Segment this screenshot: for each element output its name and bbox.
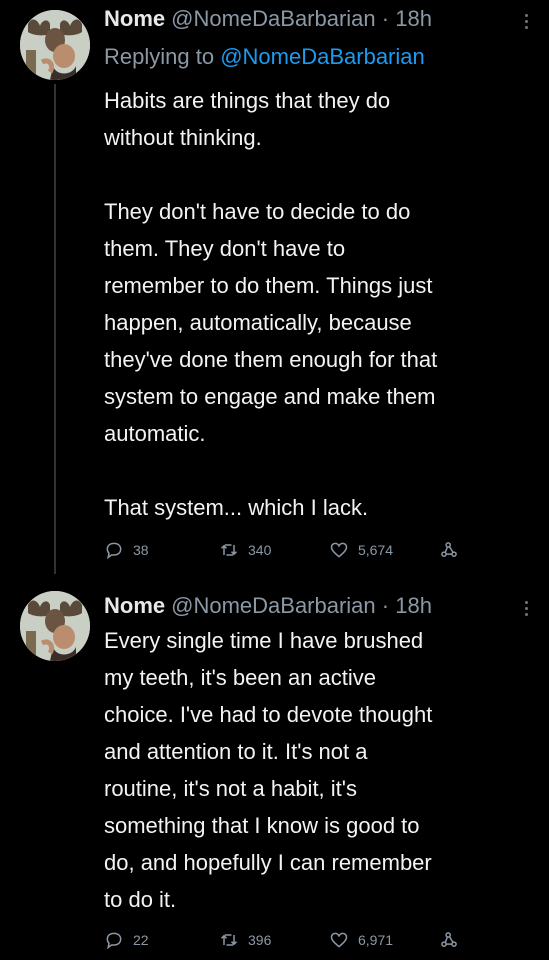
reply-count: 22 [133,932,149,948]
retweet-button[interactable]: 340 [219,540,329,560]
author-name[interactable]: Nome [104,6,165,31]
tweet-text: Every single time I have brushed my teet… [104,628,433,912]
avatar[interactable] [20,10,90,80]
share-button[interactable] [439,540,459,560]
reply-icon [106,542,122,560]
tweet-header: Nome @NomeDaBarbarian · 18h [104,6,432,32]
retweet-count: 396 [248,932,272,948]
thread-line [54,84,56,574]
share-icon [441,542,457,557]
author-handle[interactable]: @NomeDaBarbarian [171,593,376,618]
more-icon[interactable] [523,14,529,29]
like-button[interactable]: 6,971 [329,930,439,950]
tweet[interactable]: Nome @NomeDaBarbarian · 18h Replying to @… [0,0,549,579]
replying-label: Replying to [104,44,215,69]
like-count: 5,674 [358,542,394,558]
retweet-button[interactable]: 396 [219,930,329,950]
share-button[interactable] [439,930,459,950]
retweet-icon [220,544,238,556]
reply-button[interactable]: 22 [104,930,219,950]
author-name[interactable]: Nome [104,593,165,618]
timestamp[interactable]: · 18h [382,593,432,618]
replying-to: Replying to @NomeDaBarbarian [104,44,425,70]
like-count: 6,971 [358,932,394,948]
tweet[interactable]: Nome @NomeDaBarbarian · 18h Every single … [0,579,549,960]
heart-icon [330,932,348,948]
like-button[interactable]: 5,674 [329,540,439,560]
retweet-icon [220,934,238,946]
tweet-text: Habits are things that they do without t… [104,88,438,520]
heart-icon [330,542,348,558]
share-icon [441,932,457,947]
avatar[interactable] [20,591,90,661]
retweet-count: 340 [248,542,272,558]
more-icon[interactable] [523,601,529,616]
tweet-actions: 22 396 6,971 [104,930,459,950]
reply-icon [106,932,122,950]
reply-button[interactable]: 38 [104,540,219,560]
replying-handle-link[interactable]: @NomeDaBarbarian [220,44,425,69]
reply-count: 38 [133,542,149,558]
author-handle[interactable]: @NomeDaBarbarian [171,6,376,31]
timestamp[interactable]: · 18h [382,6,432,31]
tweet-header: Nome @NomeDaBarbarian · 18h [104,593,432,619]
tweet-actions: 38 340 5,674 [104,540,459,560]
